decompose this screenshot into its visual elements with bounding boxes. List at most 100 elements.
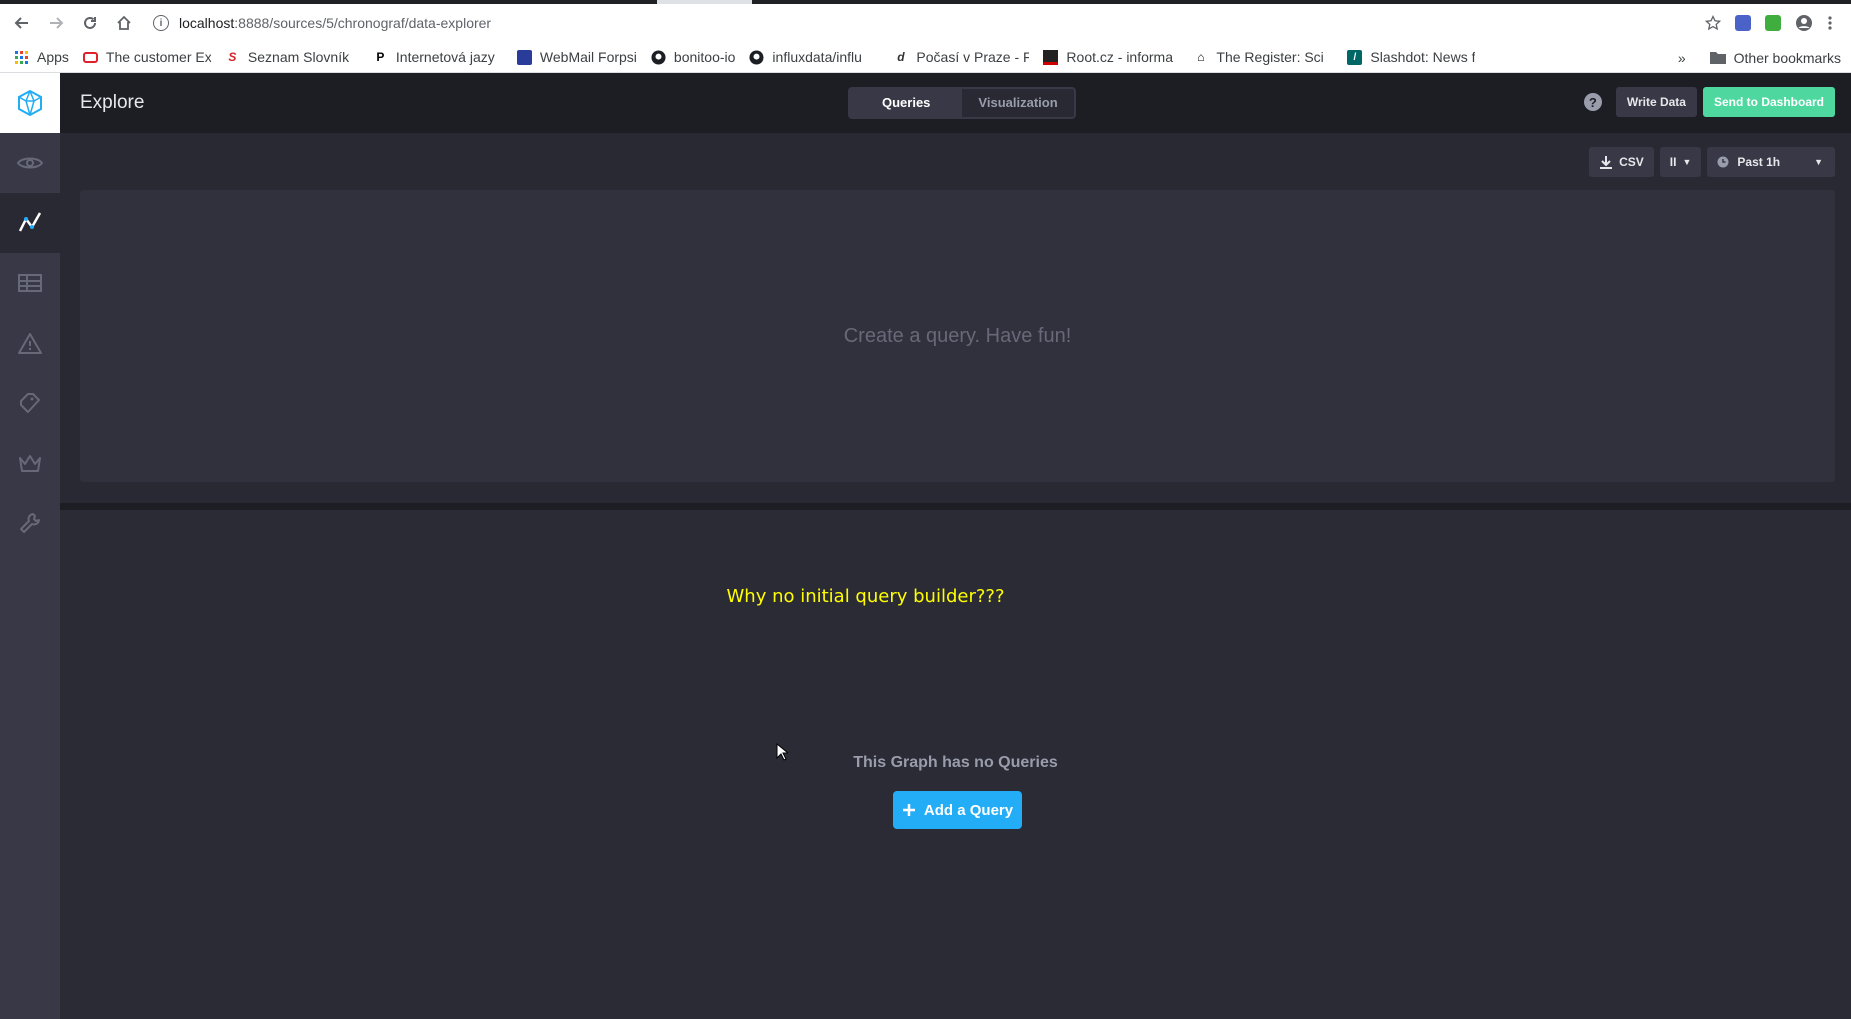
back-arrow-icon <box>14 17 28 29</box>
back-button[interactable] <box>5 4 39 42</box>
cors-extension-icon[interactable] <box>1765 15 1781 31</box>
query-builder-area: Why no initial query builder??? This Gra… <box>60 510 1851 1019</box>
table-grid-icon <box>18 274 42 292</box>
reload-button[interactable] <box>73 4 107 42</box>
bookmark-register[interactable]: ⌂ The Register: Sci <box>1193 49 1333 65</box>
bookmark-label: WebMail Forpsi <box>539 49 637 65</box>
github-icon <box>749 49 764 65</box>
bookmark-pocasi[interactable]: d Počasí v Praze - F <box>893 49 1029 65</box>
bookmark-influxdata[interactable]: influxdata/influ <box>749 49 879 65</box>
bookmark-bonitoo[interactable]: bonitoo-io <box>651 49 736 65</box>
page-header: Explore Queries Visualization ? Write Da… <box>60 73 1851 133</box>
csv-label: CSV <box>1619 155 1644 169</box>
pause-icon: II <box>1669 155 1677 169</box>
github-icon <box>651 49 666 65</box>
bookmark-forpsi[interactable]: WebMail Forpsi <box>516 49 637 65</box>
url-field[interactable]: i localhost:8888/sources/5/chronograf/da… <box>153 15 491 31</box>
write-data-button[interactable]: Write Data <box>1615 87 1697 117</box>
seznam-icon: S <box>228 50 237 64</box>
tab-visualization[interactable]: Visualization <box>962 89 1073 117</box>
graph-line-icon <box>18 212 42 232</box>
bookmark-label: Apps <box>37 49 69 65</box>
download-icon <box>1600 156 1613 169</box>
forpsi-icon <box>516 49 532 65</box>
extension-icon[interactable] <box>1735 15 1751 31</box>
chevron-down-icon: ▼ <box>1814 157 1823 167</box>
bookmark-slashdot[interactable]: / Slashdot: News f <box>1347 49 1483 65</box>
bookmark-label: Počasí v Praze - F <box>916 49 1030 65</box>
p-icon: P <box>376 50 385 64</box>
alert-triangle-icon <box>18 333 42 354</box>
bookmark-customer[interactable]: The customer Ex <box>82 49 211 65</box>
no-queries-message: This Graph has no Queries <box>853 754 1058 771</box>
other-bookmarks-label: Other bookmarks <box>1733 49 1841 66</box>
bookmark-internetova[interactable]: P Internetová jazy <box>373 49 503 65</box>
toolbar-right <box>1705 4 1851 42</box>
annotation-text: Why no initial query builder??? <box>726 586 1005 607</box>
bookmark-label: Seznam Slovník <box>247 49 350 65</box>
forward-arrow-icon <box>50 17 64 29</box>
sidebar-item-configuration[interactable] <box>0 493 60 553</box>
site-info-icon[interactable]: i <box>153 15 169 31</box>
weather-icon: d <box>897 50 905 64</box>
reload-icon <box>84 16 96 29</box>
sidebar-item-dashboards[interactable] <box>0 253 60 313</box>
bookmark-label: influxdata/influ <box>772 49 862 65</box>
root-icon <box>1043 49 1059 65</box>
main-content: Explore Queries Visualization ? Write Da… <box>60 73 1851 1019</box>
mouse-cursor-icon <box>776 743 788 761</box>
bookmark-label: Internetová jazy <box>395 49 495 65</box>
register-icon: ⌂ <box>1197 50 1205 64</box>
profile-icon[interactable] <box>1795 14 1813 32</box>
bookmark-label: Slashdot: News f <box>1370 49 1476 65</box>
browser-chrome: i localhost:8888/sources/5/chronograf/da… <box>0 0 1851 73</box>
other-bookmarks-folder[interactable]: Other bookmarks <box>1709 49 1841 66</box>
tab-queries[interactable]: Queries <box>850 89 963 117</box>
bookmark-label: Root.cz - informa <box>1066 49 1174 65</box>
autorefresh-dropdown[interactable]: II ▼ <box>1659 147 1702 177</box>
bookmark-label: The Register: Sci <box>1216 49 1324 65</box>
eye-icon <box>17 157 43 169</box>
home-button[interactable] <box>107 4 141 42</box>
bookmark-root[interactable]: Root.cz - informa <box>1043 49 1179 65</box>
header-actions: ? Write Data Send to Dashboard <box>1583 87 1835 117</box>
sidebar-item-status[interactable] <box>0 133 60 193</box>
bookmark-apps[interactable]: Apps <box>14 49 69 65</box>
graph-toolbar: CSV II ▼ Past 1h ▼ <box>1589 147 1835 177</box>
chronograf-logo-icon <box>18 89 42 117</box>
queries-visualization-toggle: Queries Visualization <box>848 87 1076 119</box>
sidebar-item-explore[interactable] <box>0 193 60 253</box>
folder-icon <box>1709 52 1726 64</box>
address-bar-row: i localhost:8888/sources/5/chronograf/da… <box>0 4 1851 42</box>
bookmark-star-icon[interactable] <box>1705 15 1721 31</box>
page-title: Explore <box>80 92 145 113</box>
sidebar-item-log-viewer[interactable] <box>0 373 60 433</box>
more-bookmarks-button[interactable]: » <box>1678 50 1686 66</box>
wrench-icon <box>20 513 40 533</box>
bookmark-label: bonitoo-io <box>673 49 736 65</box>
graph-panel: Create a query. Have fun! <box>80 190 1835 482</box>
bookmark-seznam[interactable]: S Seznam Slovník <box>225 49 359 65</box>
bookmarks-bar: Apps The customer Ex S Seznam Slovník P … <box>0 42 1851 73</box>
csv-download-button[interactable]: CSV <box>1589 147 1654 177</box>
sidebar <box>0 73 60 1019</box>
send-to-dashboard-button[interactable]: Send to Dashboard <box>1702 87 1835 117</box>
menu-kebab-icon[interactable] <box>1827 14 1833 32</box>
graph-empty-message: Create a query. Have fun! <box>843 324 1072 347</box>
add-query-button[interactable]: Add a Query <box>893 791 1022 829</box>
tag-icon <box>20 393 40 413</box>
add-query-label: Add a Query <box>923 801 1014 819</box>
sidebar-item-alerts[interactable] <box>0 313 60 373</box>
chronograf-logo[interactable] <box>0 73 60 133</box>
sidebar-item-admin[interactable] <box>0 433 60 493</box>
time-range-dropdown[interactable]: Past 1h ▼ <box>1707 147 1835 177</box>
help-icon[interactable]: ? <box>1583 93 1602 111</box>
bookmark-label: The customer Ex <box>105 49 211 65</box>
clock-icon <box>1717 156 1729 168</box>
apps-grid-icon <box>14 50 29 65</box>
forward-button[interactable] <box>39 4 73 42</box>
resize-divider[interactable] <box>60 503 1851 510</box>
time-range-label: Past 1h <box>1737 155 1781 169</box>
bookmarks-right: » Other bookmarks <box>1678 42 1841 73</box>
oracle-icon <box>82 51 98 63</box>
